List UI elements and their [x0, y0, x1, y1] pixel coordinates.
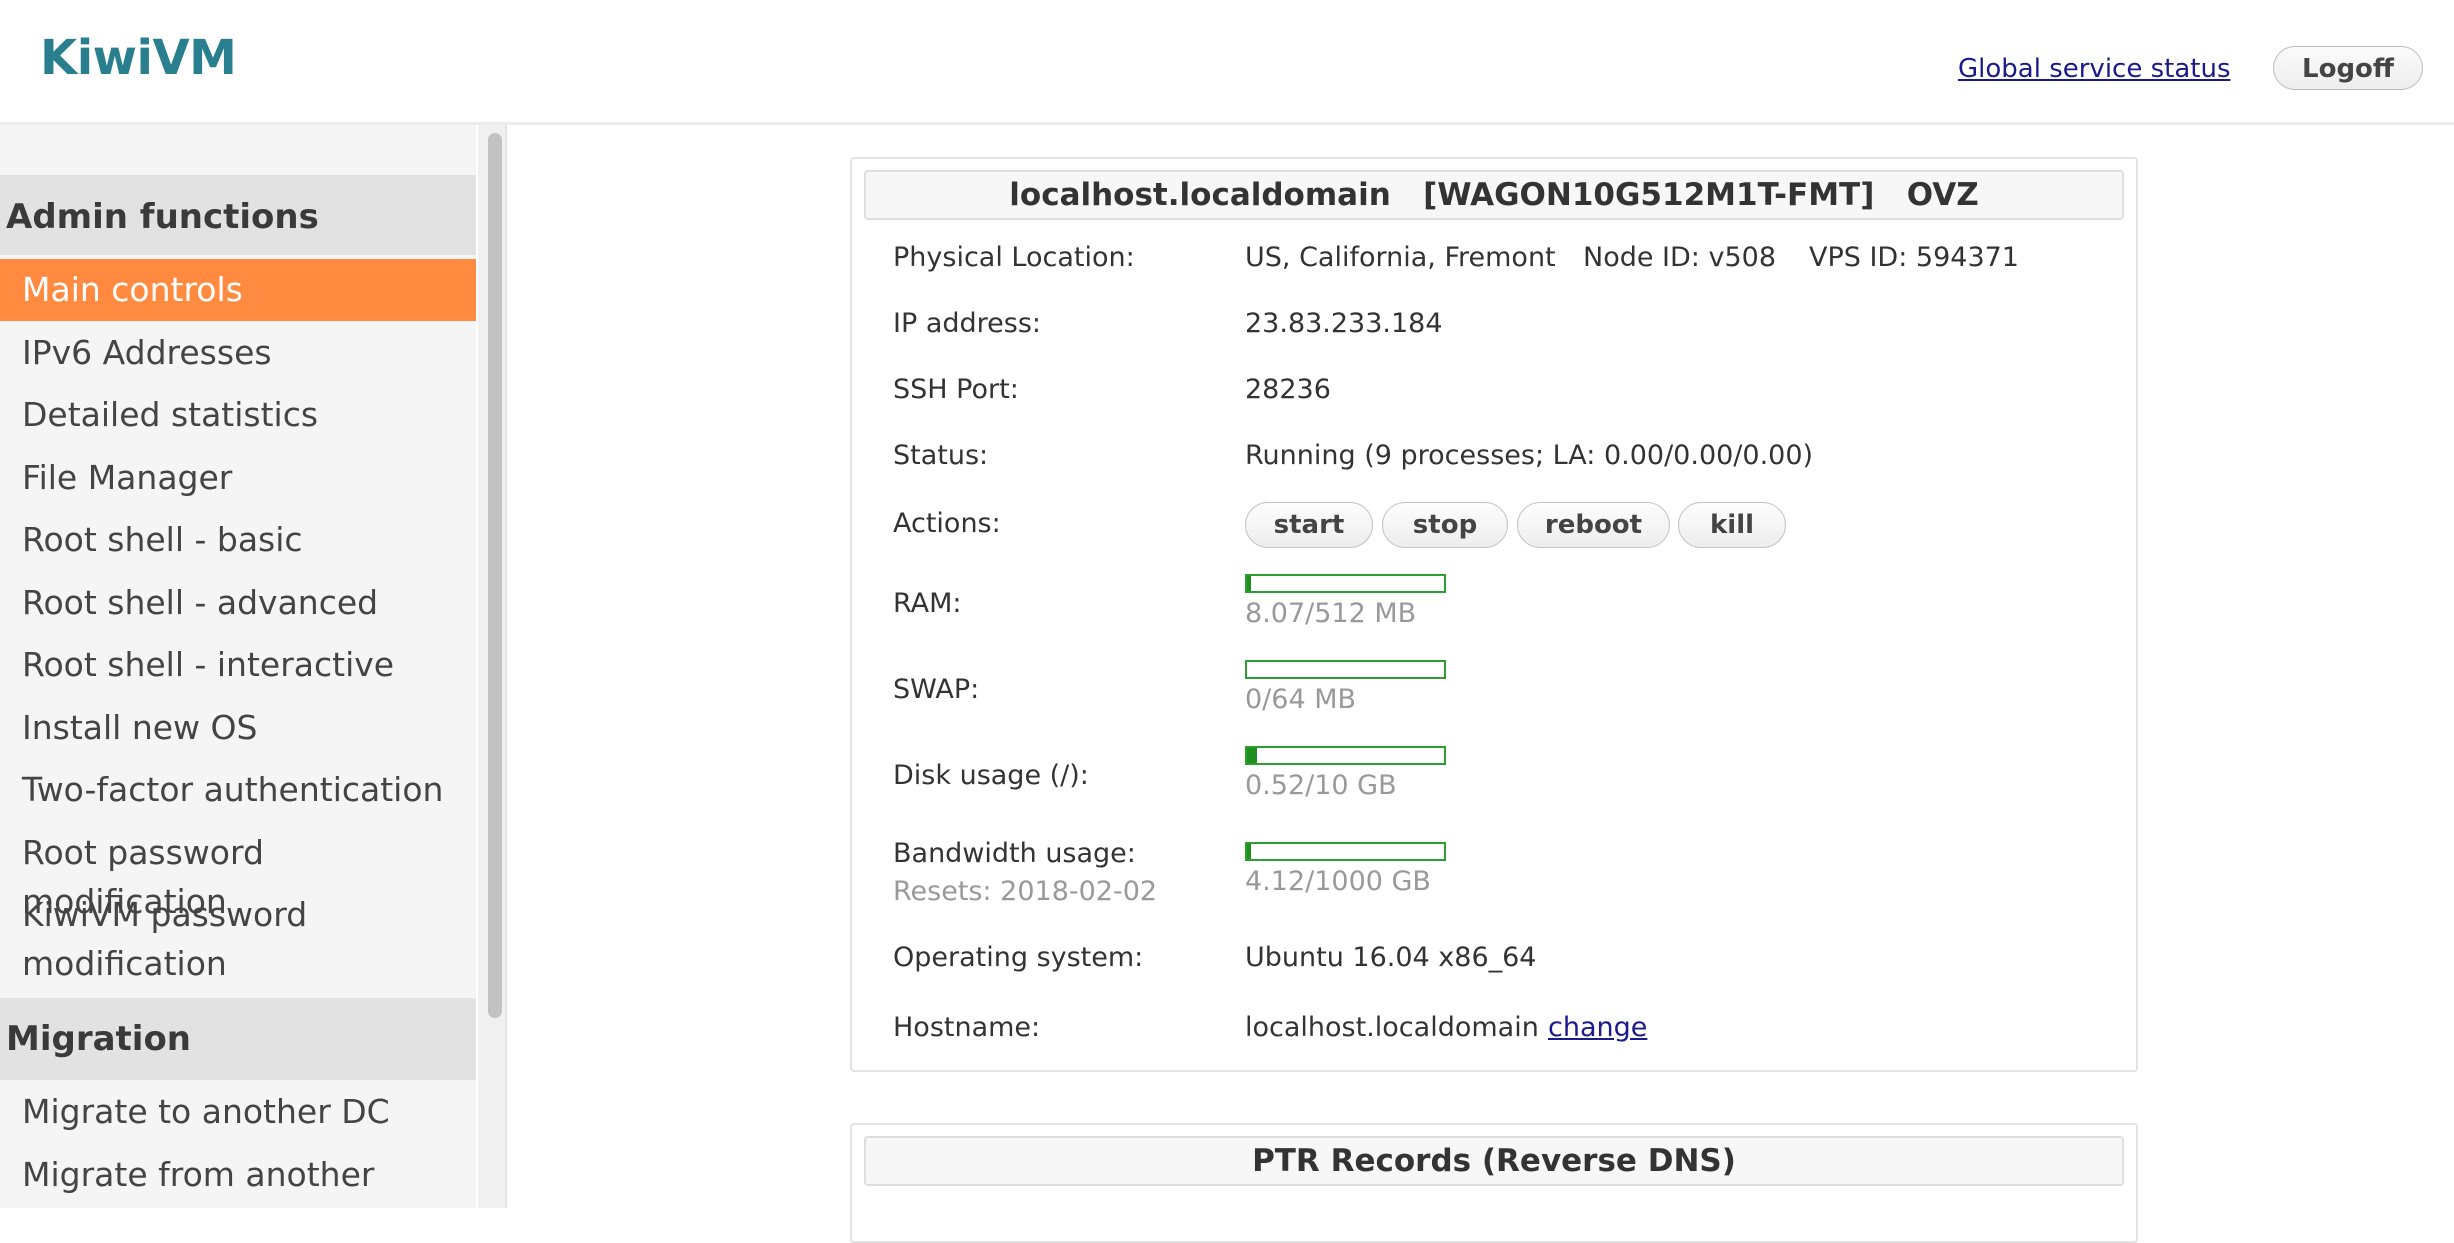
- disk-usage-label: Disk usage (/):: [893, 760, 1089, 791]
- disk-usage-fill: [1247, 748, 1258, 763]
- panel-title: localhost.localdomain [WAGON10G512M1T-FM…: [864, 170, 2124, 220]
- sidebar-item-install-new-os[interactable]: Install new OS: [0, 703, 476, 752]
- operating-system-value: Ubuntu 16.04 x86_64: [1245, 942, 1537, 973]
- hostname-label: Hostname:: [893, 1012, 1041, 1043]
- node-id-value: Node ID: v508: [1583, 242, 1776, 273]
- sidebar-item-file-manager[interactable]: File Manager: [0, 453, 476, 502]
- sidebar-divider: [505, 125, 507, 1208]
- stop-button[interactable]: stop: [1382, 502, 1508, 548]
- disk-usage-bar: [1245, 746, 1446, 765]
- server-info-panel: [850, 157, 2138, 1072]
- vps-id-value: VPS ID: 594371: [1809, 242, 2019, 273]
- swap-usage-bar: [1245, 660, 1446, 679]
- ram-label: RAM:: [893, 588, 962, 619]
- ssh-port-label: SSH Port:: [893, 374, 1019, 405]
- sidebar-section-migration: Migration: [0, 998, 476, 1080]
- ip-address-label: IP address:: [893, 308, 1041, 339]
- physical-location-value: US, California, Fremont: [1245, 242, 1556, 273]
- kiwivm-logo[interactable]: KiwiVM: [40, 30, 237, 86]
- reboot-button[interactable]: reboot: [1517, 502, 1670, 548]
- sidebar-item-detailed-statistics[interactable]: Detailed statistics: [0, 390, 476, 439]
- sidebar-item-migrate-to-another-dc[interactable]: Migrate to another DC: [0, 1087, 476, 1136]
- bandwidth-usage-bar: [1245, 842, 1446, 861]
- sidebar-item-root-shell-interactive[interactable]: Root shell - interactive: [0, 640, 476, 689]
- disk-usage-value: 0.52/10 GB: [1245, 770, 1397, 801]
- sidebar-scrollbar-thumb[interactable]: [488, 133, 502, 1018]
- ssh-port-value: 28236: [1245, 374, 1331, 405]
- bandwidth-resets-label: Resets: 2018-02-02: [893, 876, 1158, 907]
- start-button[interactable]: start: [1245, 502, 1373, 548]
- sidebar-item-kiwivm-password-cont[interactable]: modification: [0, 939, 476, 988]
- logoff-button[interactable]: Logoff: [2273, 46, 2423, 90]
- hostname-value: localhost.localdomain: [1245, 1012, 1539, 1043]
- bandwidth-usage-fill: [1247, 844, 1251, 859]
- sidebar-item-root-shell-advanced[interactable]: Root shell - advanced: [0, 578, 476, 627]
- global-service-status-link[interactable]: Global service status: [1958, 54, 2231, 84]
- sidebar-item-kiwivm-password[interactable]: KiwiVM password: [0, 890, 476, 939]
- ptr-records-title: PTR Records (Reverse DNS): [864, 1136, 2124, 1186]
- ip-address-value: 23.83.233.184: [1245, 308, 1443, 339]
- kill-button[interactable]: kill: [1678, 502, 1786, 548]
- swap-label: SWAP:: [893, 674, 980, 705]
- operating-system-label: Operating system:: [893, 942, 1144, 973]
- actions-label: Actions:: [893, 508, 1001, 539]
- hostname-change-link[interactable]: change: [1548, 1012, 1647, 1043]
- sidebar-item-ipv6-addresses[interactable]: IPv6 Addresses: [0, 328, 476, 377]
- bandwidth-usage-label: Bandwidth usage:: [893, 838, 1136, 869]
- sidebar: Admin functions Main controls IPv6 Addre…: [0, 125, 476, 1208]
- bandwidth-usage-value: 4.12/1000 GB: [1245, 866, 1431, 897]
- swap-usage-value: 0/64 MB: [1245, 684, 1357, 715]
- ram-usage-fill: [1247, 576, 1251, 591]
- ram-usage-bar: [1245, 574, 1446, 593]
- sidebar-item-main-controls[interactable]: Main controls: [0, 259, 476, 321]
- sidebar-item-two-factor-authentication[interactable]: Two-factor authentication: [0, 765, 476, 814]
- sidebar-section-admin-functions: Admin functions: [0, 175, 476, 255]
- status-value: Running (9 processes; LA: 0.00/0.00/0.00…: [1245, 440, 1814, 471]
- sidebar-item-migrate-from-another[interactable]: Migrate from another: [0, 1150, 476, 1199]
- top-header: KiwiVM Global service status Logoff: [0, 0, 2454, 125]
- physical-location-label: Physical Location:: [893, 242, 1135, 273]
- sidebar-item-root-shell-basic[interactable]: Root shell - basic: [0, 515, 476, 564]
- ram-usage-value: 8.07/512 MB: [1245, 598, 1417, 629]
- status-label: Status:: [893, 440, 989, 471]
